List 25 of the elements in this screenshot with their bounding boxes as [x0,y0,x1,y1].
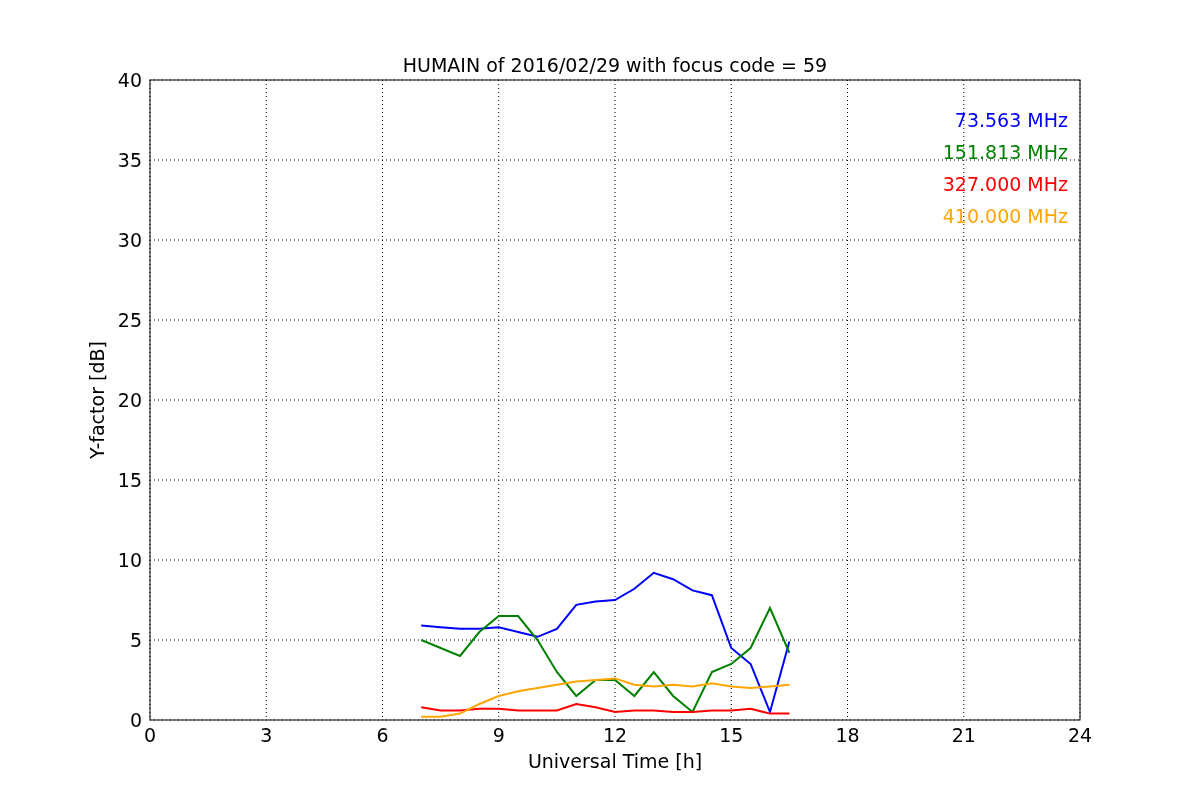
y-tick-label: 30 [117,229,142,251]
y-tick-label: 10 [117,549,142,571]
x-tick-label: 6 [376,724,389,746]
legend-label: 327.000 MHz [942,173,1068,195]
x-tick-label: 21 [951,724,976,746]
x-tick-label: 0 [143,724,157,746]
y-axis-label: Y-factor [dB] [86,341,108,459]
chart-title: HUMAIN of 2016/02/29 with focus code = 59 [402,54,828,76]
x-tick-label: 15 [719,724,744,746]
x-tick-label: 18 [835,724,860,746]
x-tick-label: 24 [1067,724,1093,746]
y-tick-label: 15 [117,469,142,491]
x-tick-label: 3 [260,724,273,746]
legend-label: 73.563 MHz [954,109,1068,131]
x-tick-label: 12 [602,724,628,746]
y-tick-label: 25 [117,309,142,331]
x-axis-label: Universal Time [h] [527,750,703,772]
y-tick-label: 5 [129,629,142,651]
legend-label: 410.000 MHz [942,205,1068,227]
y-tick-label: 35 [117,149,142,171]
y-tick-label: 0 [129,709,142,731]
legend-label: 151.813 MHz [942,141,1068,163]
x-tick-label: 9 [492,724,505,746]
y-tick-label: 20 [117,389,142,411]
y-tick-label: 40 [117,69,142,91]
